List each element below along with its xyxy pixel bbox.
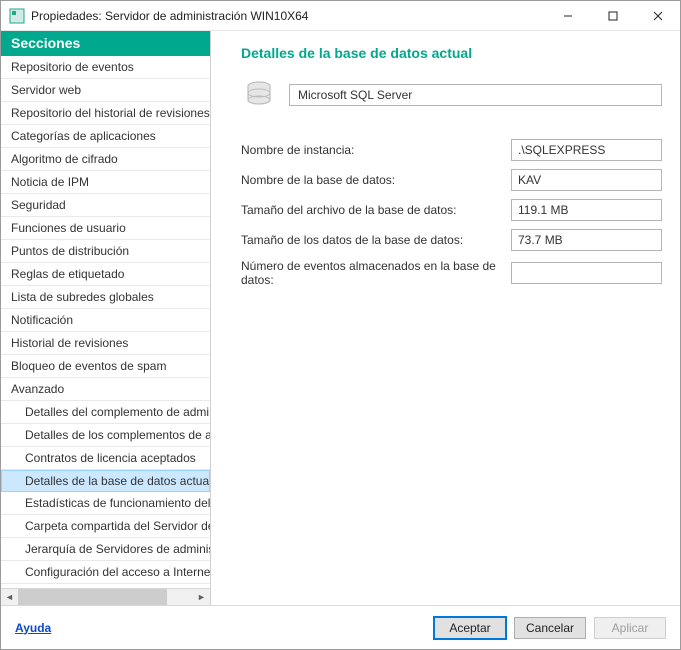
maximize-button[interactable]: [590, 1, 635, 30]
field-filesize: Tamaño del archivo de la base de datos: …: [241, 199, 662, 221]
field-instance: Nombre de instancia: .\SQLEXPRESS: [241, 139, 662, 161]
instance-value: .\SQLEXPRESS: [511, 139, 662, 161]
field-events: Número de eventos almacenados en la base…: [241, 259, 662, 287]
scroll-right-icon[interactable]: ►: [193, 589, 210, 605]
tree-item-child[interactable]: Carpeta compartida del Servidor de admin…: [1, 515, 210, 538]
tree-item[interactable]: Categorías de aplicaciones: [1, 125, 210, 148]
tree-item-child[interactable]: Contratos de licencia aceptados: [1, 447, 210, 470]
tree-item[interactable]: Repositorio del historial de revisiones: [1, 102, 210, 125]
main-panel: Detalles de la base de datos actual Micr…: [211, 31, 680, 605]
tree-item-child[interactable]: Detalles del complemento de administraci…: [1, 401, 210, 424]
minimize-button[interactable]: [545, 1, 590, 30]
tree-item-selected[interactable]: Detalles de la base de datos actual: [1, 470, 210, 492]
titlebar: Propiedades: Servidor de administración …: [1, 1, 680, 31]
tree-item-child[interactable]: Detalles de los complementos de administ…: [1, 424, 210, 447]
instance-label: Nombre de instancia:: [241, 143, 511, 157]
tree-item[interactable]: Funciones de usuario: [1, 217, 210, 240]
sidebar-hscroll[interactable]: ◄ ►: [1, 588, 210, 605]
section-tree: Repositorio de eventosServidor webReposi…: [1, 56, 210, 588]
tree-item[interactable]: Repositorio de eventos: [1, 56, 210, 79]
tree-item[interactable]: Servidor web: [1, 79, 210, 102]
scroll-left-icon[interactable]: ◄: [1, 589, 18, 605]
page-title: Detalles de la base de datos actual: [241, 45, 662, 61]
tree-item[interactable]: Algoritmo de cifrado: [1, 148, 210, 171]
close-button[interactable]: [635, 1, 680, 30]
tree-item[interactable]: Notificación: [1, 309, 210, 332]
help-link[interactable]: Ayuda: [15, 621, 51, 635]
sidebar-header: Secciones: [1, 31, 210, 56]
cancel-button[interactable]: Cancelar: [514, 617, 586, 639]
field-dbname: Nombre de la base de datos: KAV: [241, 169, 662, 191]
dbname-value: KAV: [511, 169, 662, 191]
scroll-thumb[interactable]: [18, 589, 167, 605]
datasize-label: Tamaño de los datos de la base de datos:: [241, 233, 511, 247]
tree-item[interactable]: Reglas de etiquetado: [1, 263, 210, 286]
tree-item-child[interactable]: Jerarquía de Servidores de administració…: [1, 538, 210, 561]
datasize-value: 73.7 MB: [511, 229, 662, 251]
ok-button[interactable]: Aceptar: [434, 617, 506, 639]
filesize-value: 119.1 MB: [511, 199, 662, 221]
sidebar: Secciones Repositorio de eventosServidor…: [1, 31, 211, 605]
field-datasize: Tamaño de los datos de la base de datos:…: [241, 229, 662, 251]
tree-item[interactable]: Historial de revisiones: [1, 332, 210, 355]
tree-item-child[interactable]: Configuración del acceso a Internet: [1, 561, 210, 584]
database-icon: [241, 77, 277, 113]
app-icon: [9, 8, 25, 24]
events-label: Número de eventos almacenados en la base…: [241, 259, 511, 287]
filesize-label: Tamaño del archivo de la base de datos:: [241, 203, 511, 217]
body: Secciones Repositorio de eventosServidor…: [1, 31, 680, 605]
footer: Ayuda Aceptar Cancelar Aplicar: [1, 605, 680, 649]
db-type-field: Microsoft SQL Server: [289, 84, 662, 106]
scroll-track[interactable]: [18, 589, 193, 605]
events-value: [511, 262, 662, 284]
tree-item[interactable]: Noticia de IPM: [1, 171, 210, 194]
db-type-row: Microsoft SQL Server: [241, 77, 662, 113]
apply-button[interactable]: Aplicar: [594, 617, 666, 639]
properties-window: Propiedades: Servidor de administración …: [0, 0, 681, 650]
tree-item[interactable]: Bloqueo de eventos de spam: [1, 355, 210, 378]
tree-item[interactable]: Seguridad: [1, 194, 210, 217]
tree-item[interactable]: Puntos de distribución: [1, 240, 210, 263]
dbname-label: Nombre de la base de datos:: [241, 173, 511, 187]
tree-item[interactable]: Avanzado: [1, 378, 210, 401]
tree-item[interactable]: Lista de subredes globales: [1, 286, 210, 309]
window-title: Propiedades: Servidor de administración …: [31, 9, 545, 23]
tree-item-child[interactable]: Estadísticas de funcionamiento del Servi…: [1, 492, 210, 515]
